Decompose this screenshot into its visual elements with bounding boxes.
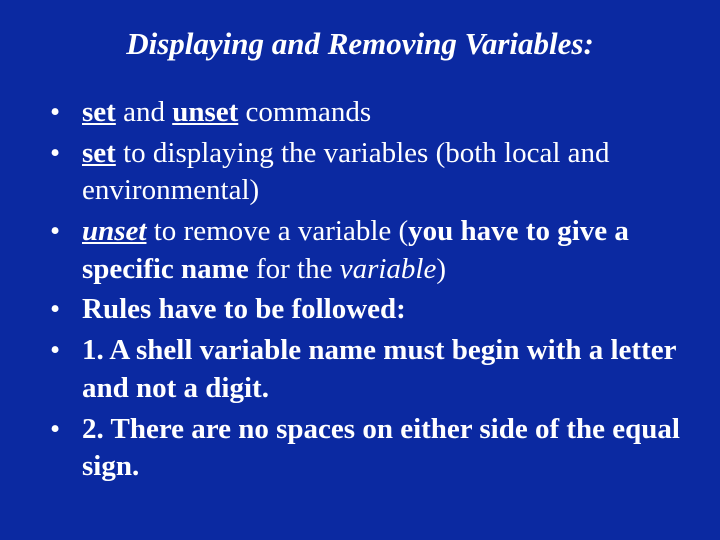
- text: ): [436, 253, 446, 285]
- list-item: set to displaying the variables (both lo…: [40, 135, 680, 210]
- cmd-unset: unset: [82, 215, 146, 247]
- list-item: 1. A shell variable name must begin with…: [40, 332, 680, 407]
- text: to remove a variable (: [146, 215, 408, 247]
- cmd-set: set: [82, 137, 116, 169]
- text-bold: 1. A shell variable name must begin with…: [82, 334, 676, 404]
- list-item: Rules have to be followed:: [40, 291, 680, 329]
- list-item: unset to remove a variable (you have to …: [40, 213, 680, 288]
- bullet-list: set and unset commands set to displaying…: [40, 94, 680, 486]
- text-bold: Rules have to be followed:: [82, 293, 406, 325]
- cmd-set: set: [82, 96, 116, 128]
- text: for the: [249, 253, 340, 285]
- slide-title: Displaying and Removing Variables:: [40, 26, 680, 62]
- list-item: 2. There are no spaces on either side of…: [40, 411, 680, 486]
- text: to displaying the variables (both local …: [82, 137, 610, 207]
- list-item: set and unset commands: [40, 94, 680, 132]
- cmd-unset: unset: [172, 96, 238, 128]
- text-italic: variable: [340, 253, 437, 285]
- text-bold: 2. There are no spaces on either side of…: [82, 413, 680, 483]
- text: commands: [238, 96, 371, 128]
- text: and: [116, 96, 172, 128]
